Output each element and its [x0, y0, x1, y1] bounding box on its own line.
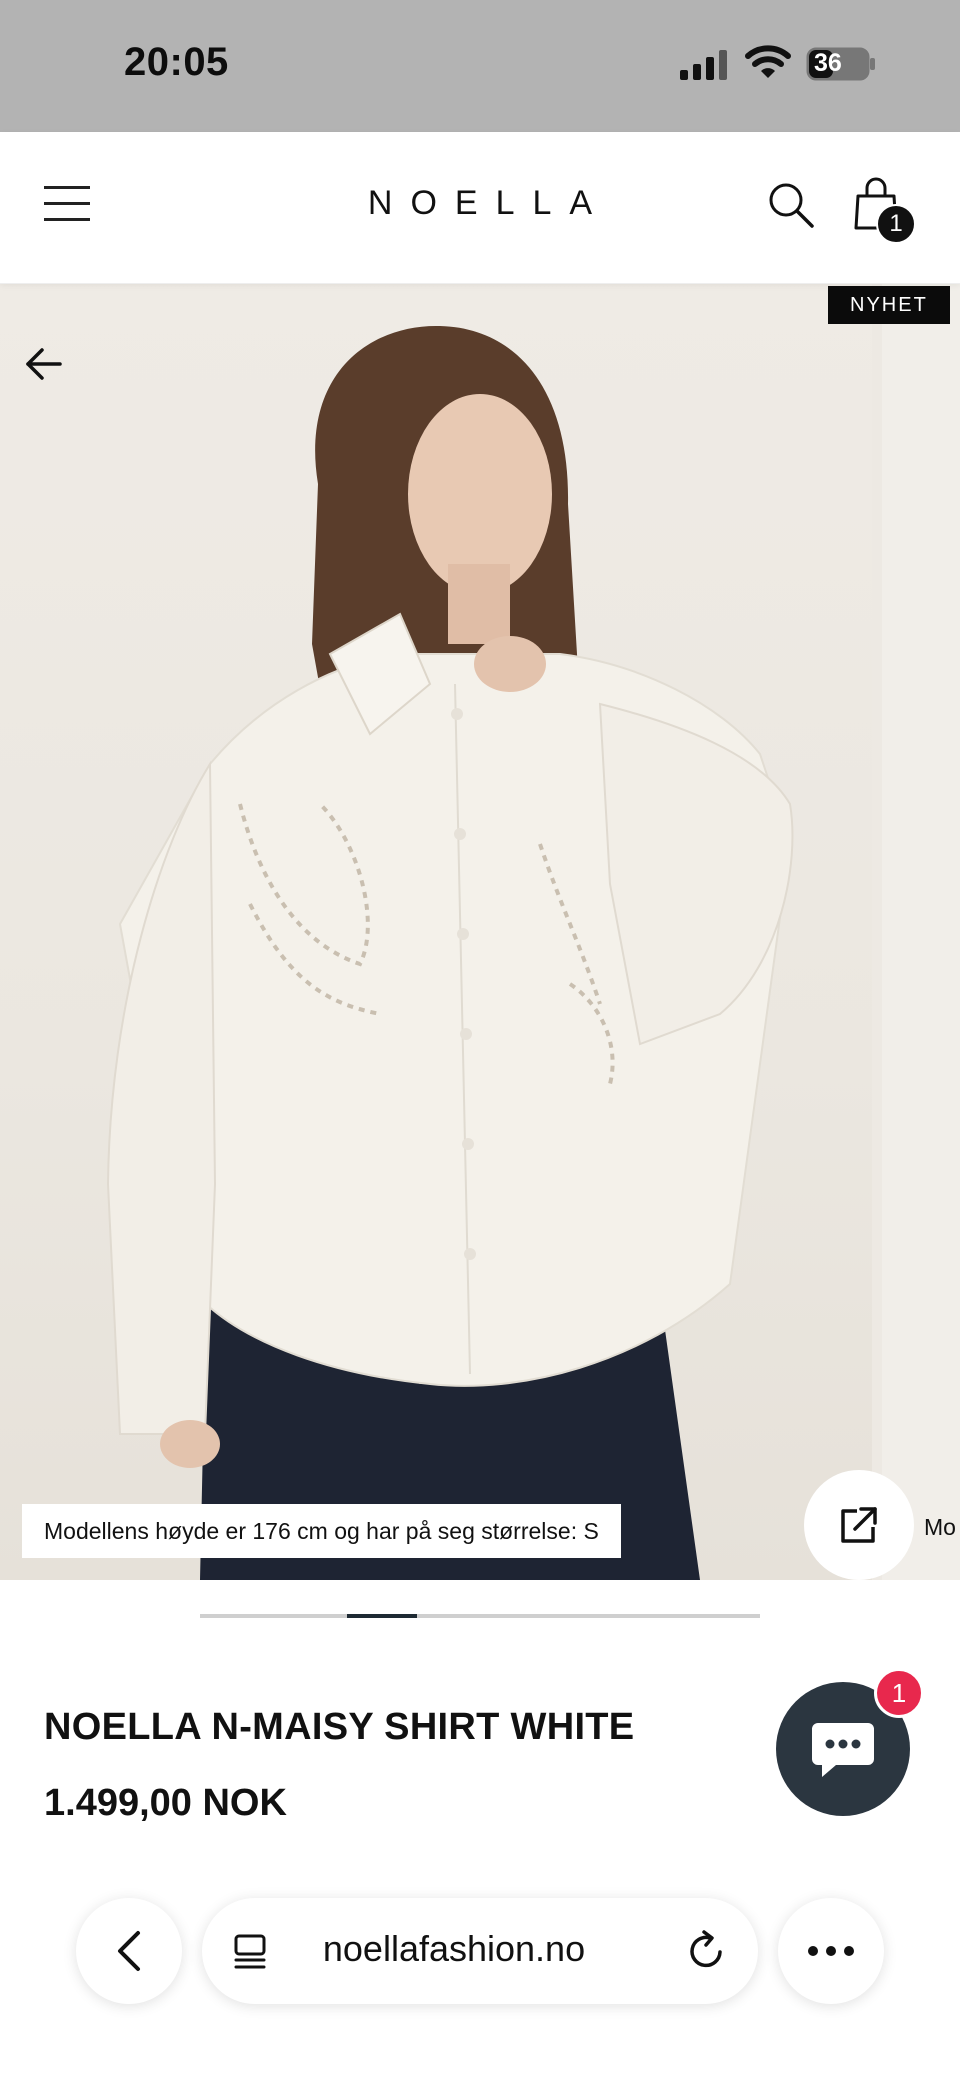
product-photo[interactable]: [0, 284, 872, 1580]
chat-bubble-icon: [812, 1723, 874, 1777]
model-shirt-illustration: [106, 325, 794, 1580]
product-title: NOELLA N-MAISY SHIRT WHITE: [44, 1706, 635, 1748]
cellular-signal-icon: [680, 50, 727, 80]
reload-icon[interactable]: [686, 1930, 728, 1972]
address-bar[interactable]: noellafashion.no: [202, 1898, 758, 2004]
chat-unread-badge[interactable]: 1: [874, 1668, 924, 1718]
back-arrow-icon[interactable]: [24, 346, 64, 382]
new-badge: NYHET: [828, 286, 950, 324]
open-external-button[interactable]: [804, 1470, 914, 1580]
product-gallery[interactable]: NYHET Modellens høyde er 176 cm og har p…: [0, 284, 960, 1580]
site-logo[interactable]: NOELLA: [340, 184, 620, 223]
more-options-button[interactable]: [778, 1898, 884, 2004]
status-bar: 20:05 36: [0, 0, 960, 132]
browser-toolbar: noellafashion.no: [0, 1860, 960, 2081]
site-header: NOELLA 1: [0, 132, 960, 284]
battery-indicator: 36: [806, 47, 876, 81]
gallery-scroll-indicator: [200, 1614, 760, 1618]
menu-icon[interactable]: [44, 184, 90, 224]
next-caption: Mo: [924, 1514, 956, 1540]
chevron-left-icon: [118, 1931, 140, 1971]
more-icon: [808, 1946, 854, 1956]
browser-back-button[interactable]: [76, 1898, 182, 2004]
external-link-icon: [841, 1507, 877, 1543]
gallery-scroll-thumb: [347, 1614, 417, 1618]
status-time: 20:05: [124, 40, 229, 84]
search-icon[interactable]: [768, 182, 814, 228]
tabs-icon[interactable]: [232, 1932, 272, 1972]
product-price: 1.499,00 NOK: [44, 1782, 287, 1824]
next-product-photo[interactable]: [882, 284, 960, 1580]
battery-level: 36: [814, 49, 842, 77]
model-size-caption: Modellens høyde er 176 cm og har på seg …: [22, 1504, 621, 1558]
wifi-icon: [745, 45, 791, 78]
url-text[interactable]: noellafashion.no: [294, 1928, 614, 1970]
cart-count-badge[interactable]: 1: [876, 204, 916, 244]
